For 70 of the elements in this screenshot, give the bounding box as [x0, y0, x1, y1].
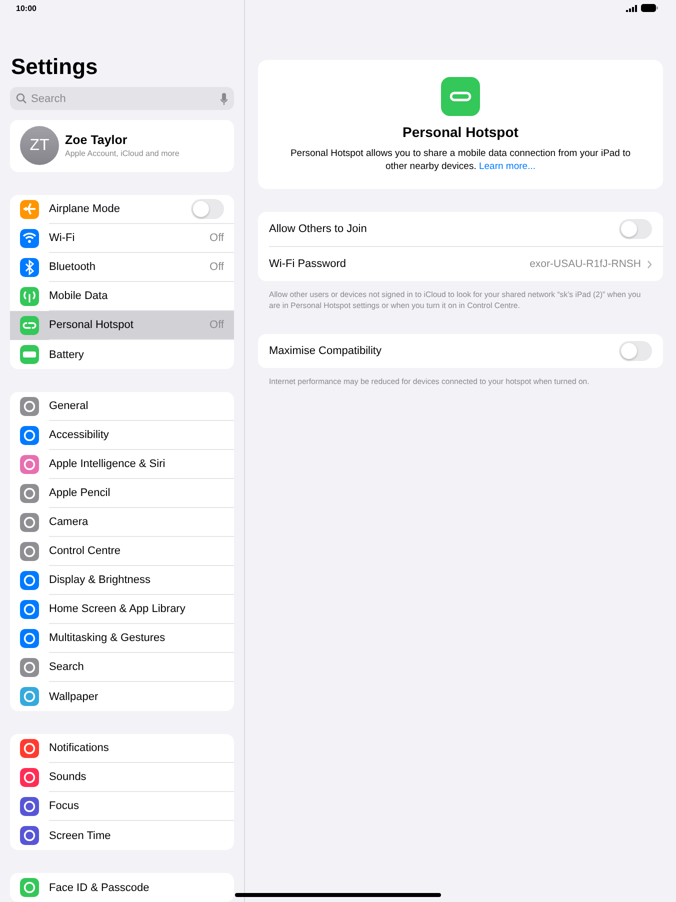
settings-item[interactable]: Camera — [10, 508, 234, 538]
row-label: Maximise Compatibility — [269, 345, 382, 357]
settings-item[interactable]: Wallpaper — [10, 682, 234, 712]
battery-icon — [641, 4, 658, 12]
settings-item[interactable]: Sounds — [10, 763, 234, 792]
page-title: Settings — [11, 54, 99, 80]
item-label: Bluetooth — [49, 261, 96, 274]
item-label: Screen Time — [49, 830, 112, 842]
settings-item[interactable]: Accessibility — [10, 421, 234, 450]
microphone-icon[interactable] — [220, 92, 228, 105]
toggle-switch[interactable] — [191, 199, 224, 220]
item-value: Off — [210, 319, 224, 332]
item-label: Apple Pencil — [49, 487, 112, 500]
item-label: Home Screen & App Library — [49, 603, 186, 616]
item-label: Airplane Mode — [49, 203, 121, 216]
item-label: Focus — [49, 800, 80, 812]
item-value: Off — [210, 232, 224, 244]
item-label: Accessibility — [49, 429, 110, 442]
item-label: Battery — [49, 348, 85, 361]
item-label: Multitasking & Gestures — [49, 632, 166, 644]
item-label: Apple Intelligence & Siri — [49, 458, 166, 470]
settings-item[interactable]: Focus — [10, 792, 234, 822]
settings-item[interactable]: Apple Pencil — [10, 479, 234, 508]
item-label: Personal Hotspot — [49, 319, 134, 332]
header-description: Personal Hotspot allows you to share a mobile data connection from your iPad to other nearby devices. Learn more... — [289, 147, 632, 173]
settings-item[interactable]: General — [10, 392, 234, 422]
chevron-icon — [647, 260, 652, 268]
profile-subtitle: Apple Account, iCloud and more — [65, 149, 180, 158]
settings-item[interactable]: Face ID & Passcode — [10, 873, 234, 902]
signal-icon — [626, 4, 637, 12]
item-label: Camera — [49, 516, 90, 528]
item-label: General — [49, 400, 90, 412]
search-icon — [16, 93, 27, 104]
settings-item[interactable]: Display & Brightness — [10, 566, 234, 596]
settings-item[interactable]: Screen Time — [10, 821, 234, 850]
item-label: Display & Brightness — [49, 574, 152, 586]
header-title: Personal Hotspot — [402, 124, 518, 140]
clock: 10:00 — [15, 3, 38, 15]
profile-name: Zoe Taylor — [65, 133, 128, 148]
item-value: Off — [210, 261, 224, 274]
settings-item[interactable]: Control Centre — [10, 537, 234, 566]
settings-item[interactable]: Personal Hotspot Off — [10, 311, 234, 340]
avatar: ZT — [20, 126, 59, 166]
item-label: Mobile Data — [49, 290, 109, 302]
settings-item[interactable]: Battery — [10, 340, 234, 370]
item-label: Control Centre — [49, 545, 122, 558]
item-label: Wi-Fi — [49, 232, 76, 244]
learn-more-link[interactable]: Learn more... — [478, 161, 536, 172]
settings-item[interactable]: Search — [10, 653, 234, 682]
settings-item[interactable]: Bluetooth Off — [10, 253, 234, 282]
settings-item[interactable]: Apple Intelligence & Siri — [10, 450, 234, 480]
item-label: Face ID & Passcode — [49, 882, 150, 894]
profile-card[interactable]: ZT Zoe Taylor Apple Account, iCloud and more — [10, 120, 234, 172]
search-field[interactable]: Search — [31, 92, 216, 105]
item-label: Wallpaper — [49, 690, 100, 703]
link-icon — [441, 77, 480, 116]
row-value: exor-USAU-R1fJ-RNSH — [530, 258, 641, 270]
settings-item[interactable]: Home Screen & App Library — [10, 595, 234, 624]
item-label: Search — [49, 661, 85, 674]
toggle-switch[interactable] — [619, 219, 652, 239]
settings-item[interactable]: Airplane Mode — [10, 195, 234, 224]
settings-item[interactable]: Notifications — [10, 734, 234, 764]
toggle-switch[interactable] — [619, 341, 652, 361]
search-bar[interactable]: Search — [10, 87, 234, 110]
settings-item[interactable]: Wi-Fi Off — [10, 224, 234, 254]
settings-item[interactable]: Multitasking & Gestures — [10, 624, 234, 654]
item-label: Sounds — [49, 771, 88, 784]
row-label: Wi-Fi Password — [269, 258, 348, 270]
item-label: Notifications — [49, 742, 110, 754]
row-label: Allow Others to Join — [269, 223, 368, 235]
